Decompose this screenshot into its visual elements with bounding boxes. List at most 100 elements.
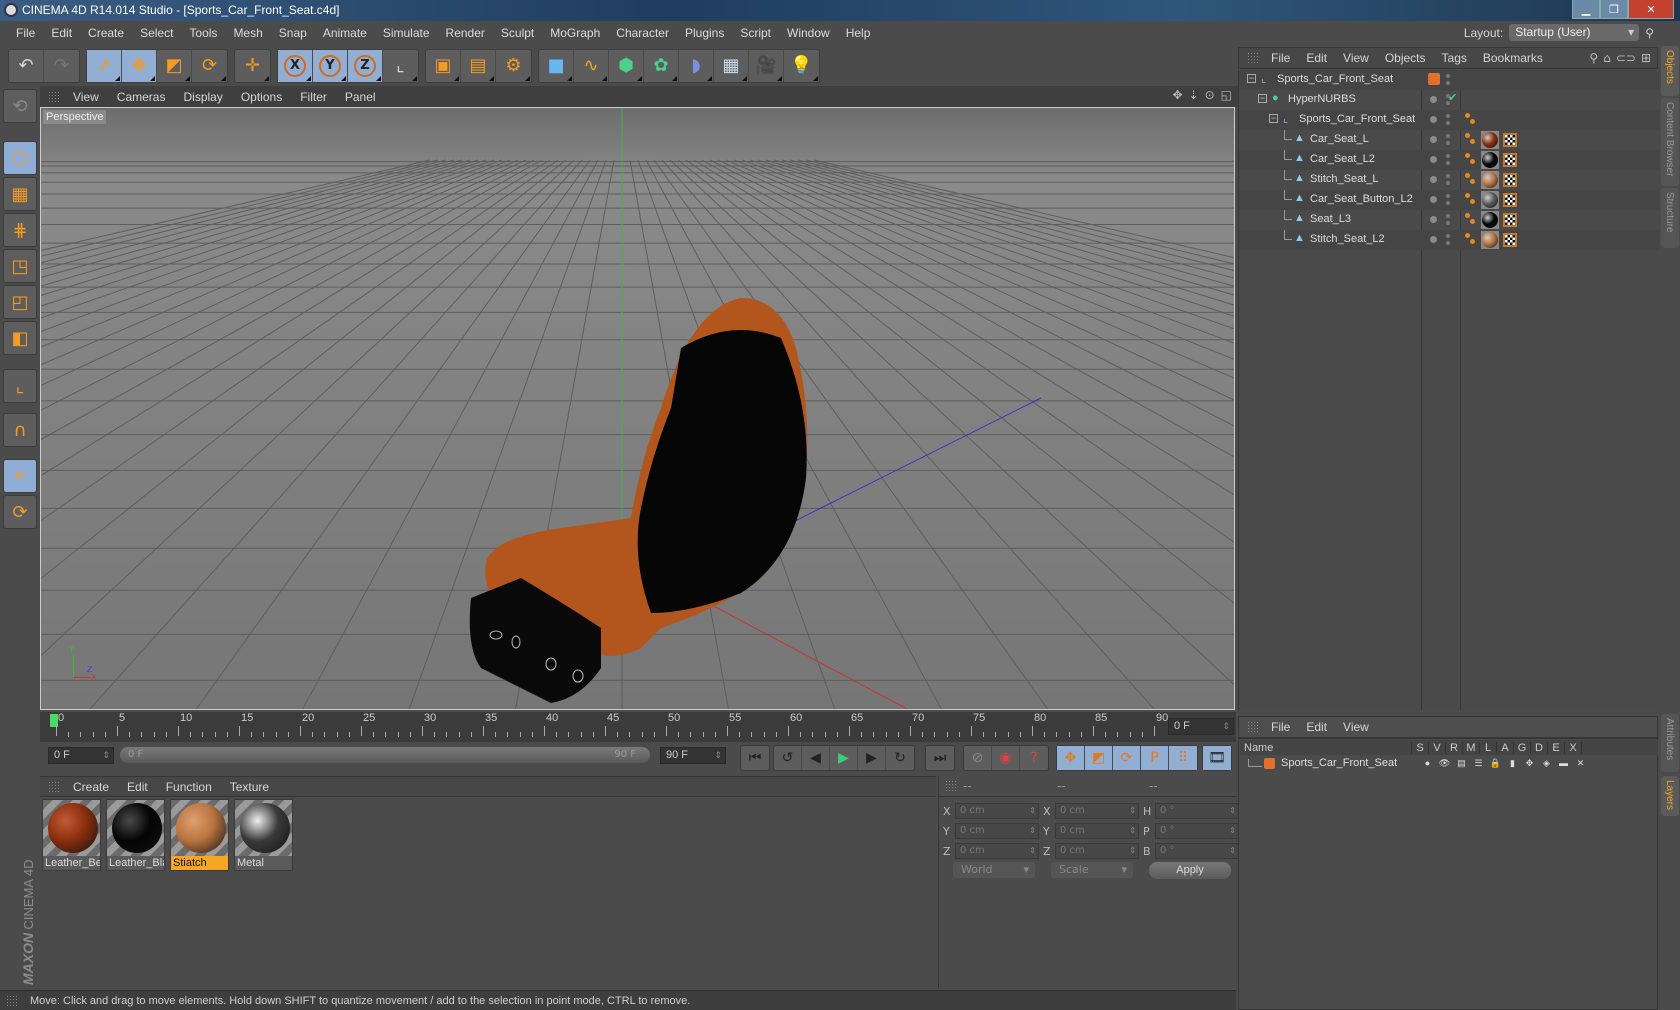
collapse-toggle[interactable]: − [1247, 74, 1256, 83]
planar-workplane-button[interactable]: ⟳ [3, 495, 37, 529]
layer-column-g[interactable]: G [1514, 741, 1531, 754]
search-icon[interactable]: ⚲ [1589, 51, 1598, 65]
object-row[interactable]: ▲ Stitch_Seat_L2 [1239, 230, 1659, 250]
coordinate-system-button[interactable]: ⌞ [383, 50, 418, 82]
record-active-objects-button[interactable]: ⊘ [964, 746, 992, 770]
perspective-viewport[interactable]: Perspective Y X Z [40, 107, 1235, 710]
position-key-button[interactable]: ✥ [1057, 746, 1085, 770]
deformers-icon[interactable]: ◈ [1538, 758, 1555, 769]
snapping-magnet-button[interactable]: ∩ [3, 413, 37, 447]
menu-simulate[interactable]: Simulate [375, 26, 438, 40]
layer-menu-edit[interactable]: Edit [1298, 720, 1335, 734]
side-tab-attributes[interactable]: Attributes [1661, 714, 1679, 772]
material-menu-function[interactable]: Function [157, 780, 221, 794]
make-editable-button[interactable]: ⟲ [3, 89, 37, 123]
object-row[interactable]: − ● HyperNURBS ✔ [1239, 90, 1659, 110]
side-tab-layers[interactable]: Layers [1661, 776, 1679, 816]
edges-mode-button[interactable]: ◰ [3, 285, 37, 319]
generators-icon[interactable]: ✥ [1521, 758, 1538, 769]
panel-grip-icon[interactable] [48, 780, 60, 793]
object-row[interactable]: − ⌞ Sports_Car_Front_Seat [1239, 110, 1659, 130]
autokeying-button[interactable]: ◉ [992, 746, 1020, 770]
object-name[interactable]: Stitch_Seat_L2 [1310, 233, 1385, 245]
link-icon[interactable]: ⊂⊃ [1616, 51, 1636, 65]
collapse-toggle[interactable]: − [1258, 94, 1267, 103]
uvw-tag-icon[interactable] [1503, 153, 1517, 167]
texture-mode-button[interactable]: ▦ [3, 177, 37, 211]
current-frame-field[interactable]: 0 F [1168, 718, 1234, 735]
size-y-field[interactable]: 0 cm [1055, 823, 1139, 839]
material-tag-icon[interactable] [1481, 131, 1499, 149]
editor-visibility-dot[interactable] [1446, 114, 1450, 118]
render-visibility-dot[interactable] [1446, 81, 1450, 85]
phong-tag-icon[interactable] [1465, 133, 1475, 145]
z-axis-lock-button[interactable]: Z [348, 49, 383, 82]
render-visibility-dot[interactable] [1446, 181, 1450, 185]
layer-row[interactable]: Sports_Car_Front_Seat ● 👁 ▤ ☰ 🔒 ▮ ✥ ◈ ▬ ✕ [1240, 755, 1658, 771]
visibility-dot[interactable] [1430, 96, 1437, 103]
locked-workplane-button[interactable]: ⌗ [3, 459, 37, 493]
menu-script[interactable]: Script [732, 26, 779, 40]
cube-object-button[interactable]: ■ [539, 49, 574, 82]
subdivision-surface-button[interactable]: ⬢ [609, 49, 644, 82]
render-visibility-dot[interactable] [1446, 221, 1450, 225]
position-x-field[interactable]: 0 cm [955, 803, 1039, 819]
panel-grip-icon[interactable] [1247, 52, 1259, 64]
render-visibility-dot[interactable] [1446, 201, 1450, 205]
y-axis-lock-button[interactable]: Y [313, 49, 348, 82]
menu-window[interactable]: Window [779, 26, 838, 40]
panel-grip-icon[interactable] [945, 780, 957, 792]
render-icon[interactable]: ▤ [1453, 758, 1470, 769]
menu-create[interactable]: Create [80, 26, 132, 40]
deformer-bend-button[interactable]: ◗ [679, 49, 714, 82]
toggle-view-icon[interactable]: ◱ [1221, 88, 1232, 102]
object-row[interactable]: ▲ Car_Seat_L2 [1239, 150, 1659, 170]
object-row[interactable]: ▲ Car_Seat_L [1239, 130, 1659, 150]
dolly-icon[interactable]: ⇣ [1189, 88, 1199, 102]
panel-grip-icon[interactable] [48, 90, 60, 103]
editor-visibility-dot[interactable] [1446, 154, 1450, 158]
layer-column-r[interactable]: R [1446, 741, 1463, 754]
x-axis-lock-button[interactable]: X [278, 49, 313, 82]
uvw-tag-icon[interactable] [1503, 173, 1517, 187]
editor-visibility-dot[interactable] [1446, 214, 1450, 218]
viewport-menu-display[interactable]: Display [174, 90, 231, 104]
play-button[interactable]: ▶ [830, 746, 858, 770]
viewport-menu-options[interactable]: Options [232, 90, 291, 104]
object-menu-objects[interactable]: Objects [1377, 51, 1434, 65]
menu-character[interactable]: Character [608, 26, 677, 40]
viewport-menu-panel[interactable]: Panel [336, 90, 385, 104]
visibility-dot[interactable] [1430, 196, 1437, 203]
position-z-field[interactable]: 0 cm [955, 843, 1039, 859]
menu-help[interactable]: Help [838, 26, 879, 40]
material-tag-icon[interactable] [1481, 231, 1499, 249]
size-mode-dropdown[interactable]: Scale [1051, 862, 1133, 878]
visibility-dot[interactable] [1430, 216, 1437, 223]
material-tag-icon[interactable] [1481, 151, 1499, 169]
scale-key-button[interactable]: ◩ [1085, 746, 1113, 770]
next-key-button[interactable]: ↻ [886, 746, 914, 770]
object-name[interactable]: Car_Seat_L2 [1310, 153, 1375, 165]
object-name[interactable]: Seat_L3 [1310, 213, 1351, 225]
layer-column-x[interactable]: X [1565, 741, 1582, 754]
render-visibility-dot[interactable] [1446, 121, 1450, 125]
visible-in-editor-icon[interactable]: 👁 [1436, 758, 1453, 769]
menu-snap[interactable]: Snap [271, 26, 315, 40]
visibility-dot[interactable] [1430, 156, 1437, 163]
object-menu-view[interactable]: View [1335, 51, 1377, 65]
visibility-dot[interactable] [1430, 136, 1437, 143]
object-menu-tags[interactable]: Tags [1434, 51, 1475, 65]
object-menu-edit[interactable]: Edit [1298, 51, 1335, 65]
object-menu-bookmarks[interactable]: Bookmarks [1475, 51, 1551, 65]
visibility-dot[interactable] [1430, 236, 1437, 243]
rotation-h-field[interactable]: 0 ° [1155, 803, 1239, 819]
point-level-animation-button[interactable]: ⠿ [1169, 746, 1197, 770]
menu-sculpt[interactable]: Sculpt [493, 26, 542, 40]
render-visibility-dot[interactable] [1446, 141, 1450, 145]
recent-tools-button[interactable]: ✛ [235, 50, 270, 82]
layer-column-d[interactable]: D [1531, 741, 1548, 754]
cloner-button[interactable]: ✿ [644, 49, 679, 82]
layer-color-swatch[interactable] [1428, 73, 1440, 85]
render-view-button[interactable]: ▣ [426, 49, 461, 82]
layer-menu-view[interactable]: View [1335, 720, 1377, 734]
